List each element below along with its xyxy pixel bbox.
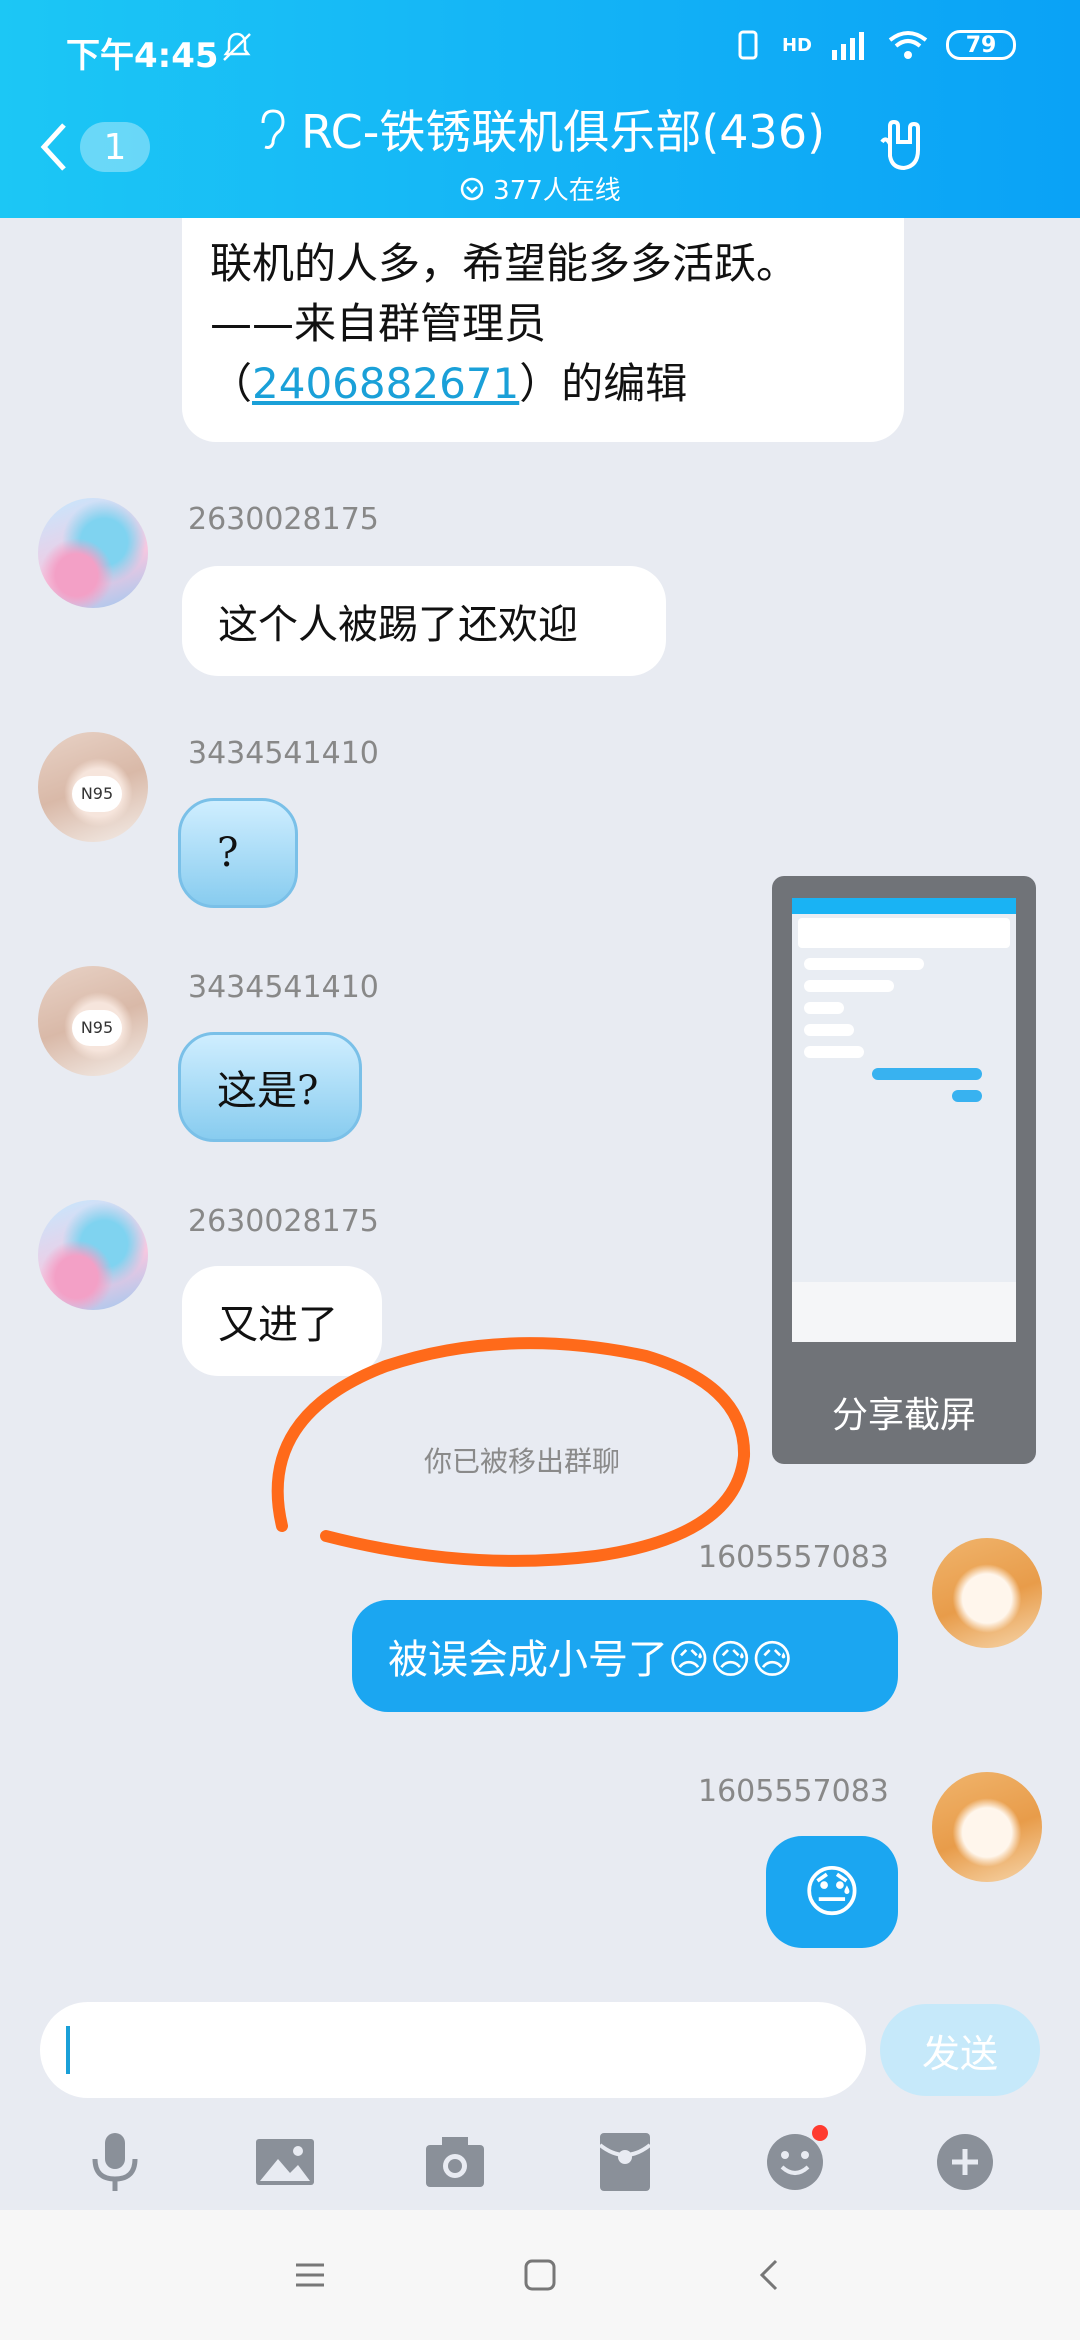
sender-name: 2630028175 [188,502,379,537]
home-icon[interactable] [520,2255,560,2295]
microphone-icon[interactable] [80,2127,150,2197]
screenshot-thumbnail [792,898,1016,1342]
red-packet-icon[interactable] [590,2127,660,2197]
announcement-line: 联机的人多，希望能多多活跃。 [210,239,799,288]
avatar[interactable] [932,1538,1042,1648]
online-icon [460,177,484,200]
avatar-mask-mark: N95 [72,776,122,812]
chevron-left-icon [40,123,66,171]
image-icon[interactable] [250,2127,320,2197]
avatar[interactable]: N95 [38,732,148,842]
camera-icon[interactable] [420,2127,490,2197]
announcement-bracket: （ [210,359,253,408]
message-bubble[interactable]: 这是? [178,1032,362,1142]
signal-icon [832,32,864,60]
emoji-button[interactable] [760,2125,830,2197]
chat-header: 下午4:45 HD 79 1 RC-铁锈联机俱乐部(436) 377人在线 [0,0,1080,218]
online-count: 377人在线 [493,176,621,206]
avatar[interactable] [38,1200,148,1310]
vibrate-icon [738,30,758,60]
system-notice: 你已被移出群聊 [424,1445,621,1478]
avatar[interactable] [932,1772,1042,1882]
message-emoji: 😓 [802,1859,862,1925]
chat-title: RC-铁锈联机俱乐部(436) [300,105,826,159]
status-time: 下午4:45 [66,36,219,76]
screenshot-preview[interactable]: 分享截屏 [772,876,1036,1464]
avatar[interactable] [38,498,148,608]
message-bubble[interactable]: 又进了 [182,1266,382,1376]
system-navigation-bar [0,2210,1080,2340]
message-bubble[interactable]: 这个人被踢了还欢迎 [182,566,666,676]
mute-bell-icon [223,32,251,61]
sender-name: 1605557083 [698,1774,889,1809]
message-bubble[interactable]: 被误会成小号了😥😥😥 [352,1600,898,1712]
announcement-suffix: ）的编辑 [519,359,688,408]
announcement-line: ——来自群管理员 [210,299,547,348]
admin-id-link[interactable]: 2406882671 [252,359,519,408]
message-text: ? [217,830,239,876]
sender-name: 3434541410 [188,970,379,1005]
share-screenshot-label: 分享截屏 [831,1395,976,1436]
plus-icon[interactable] [930,2127,1000,2197]
message-bubble[interactable]: 😓 [766,1836,898,1948]
wifi-icon [888,31,928,59]
menu-icon[interactable] [290,2255,330,2295]
rock-hand-icon[interactable] [876,116,936,176]
network-hd: HD [781,34,812,56]
avatar-mask-mark: N95 [72,1010,122,1046]
message-text: 这是? [217,1068,319,1114]
text-cursor [66,2026,70,2074]
sender-name: 3434541410 [188,736,379,771]
send-button[interactable]: 发送 [880,2004,1040,2096]
unread-badge: 1 [80,122,150,172]
back-button[interactable]: 1 [36,112,156,182]
message-text: 被误会成小号了😥😥😥 [388,1637,794,1683]
battery-indicator: 79 [946,30,1016,60]
status-icons: HD 79 [734,28,1016,62]
message-text: 这个人被踢了还欢迎 [218,602,578,648]
sender-name: 1605557083 [698,1540,889,1575]
message-bubble[interactable]: ? [178,798,298,908]
ear-icon [261,109,285,149]
avatar[interactable]: N95 [38,966,148,1076]
sender-name: 2630028175 [188,1204,379,1239]
input-toolbar [0,2112,1080,2212]
message-input[interactable] [40,2002,866,2098]
notification-dot [812,2125,828,2141]
message-text: 又进了 [218,1302,338,1348]
back-icon[interactable] [750,2255,790,2295]
chat-title-area[interactable]: RC-铁锈联机俱乐部(436) 377人在线 [200,96,880,207]
